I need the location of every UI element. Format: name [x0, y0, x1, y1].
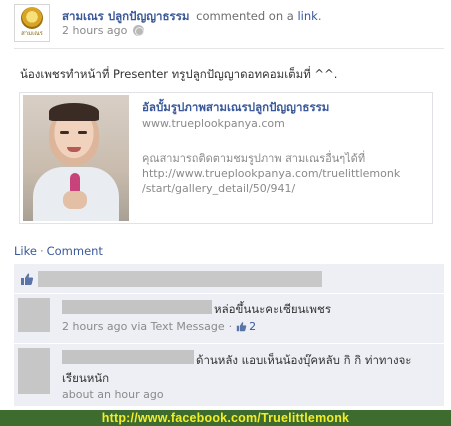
crest-icon [21, 7, 43, 29]
commenter-name-redacted[interactable] [62, 350, 194, 364]
comment-item: ด้านหลัง แอบเห็นน้องบุ๊คหลับ กิ กิ ท่าทา… [14, 344, 444, 406]
meta-separator: · [228, 320, 233, 333]
comment-meta: 2 hours ago via Text Message · 2 [62, 320, 256, 333]
story-timestamp[interactable]: 2 hours ago [62, 24, 127, 37]
story-header: สามเณร สามเณร ปลูกปัญญาธรรม commented on… [14, 4, 444, 44]
action-link[interactable]: link [297, 9, 317, 23]
action-suffix: . [317, 9, 322, 23]
header-divider [14, 48, 444, 49]
story-actions: Like · Comment [14, 244, 103, 258]
public-globe-icon [133, 25, 145, 36]
comment-like-number: 2 [249, 320, 257, 333]
shared-link-attachment[interactable]: อัลบั้มรูปภาพสามเณรปลูกปัญญาธรรม www.tru… [19, 92, 433, 224]
comment-text: ด้านหลัง แอบเห็นน้องบุ๊คหลับ กิ กิ ท่าทา… [196, 353, 412, 367]
shared-link-thumbnail[interactable] [23, 95, 129, 221]
shared-link-title[interactable]: อัลบั้มรูปภาพสามเณรปลูกปัญญาธรรม [142, 99, 329, 117]
shared-link-description: คุณสามารถติดตามชมรูปภาพ สามเณรอื่นๆได้ที… [142, 152, 401, 195]
like-link[interactable]: Like [14, 244, 37, 258]
thumbnail-hair-shape [49, 103, 99, 121]
actions-separator: · [39, 244, 44, 258]
action-prefix: commented on a [196, 9, 294, 23]
comment-meta: about an hour ago [62, 388, 164, 401]
comment-like-count[interactable]: 2 [236, 320, 256, 333]
commenter-name-redacted[interactable] [62, 300, 212, 314]
likes-summary-row [14, 264, 444, 294]
thumbnail-eye-right [78, 131, 87, 134]
likers-names-redacted [38, 271, 322, 287]
comment-text-continued: เรียนหนัก [62, 371, 110, 385]
thumbs-up-icon [21, 273, 34, 285]
comment-text: หล่อขึ้นนะคะเซียนเพชร [214, 302, 331, 316]
story-action: commented on a link. [196, 9, 321, 23]
comment-item: หล่อขึ้นนะคะเซียนเพชร 2 hours ago via Te… [14, 294, 444, 344]
story-meta: 2 hours ago [62, 24, 145, 37]
commenter-avatar-redacted[interactable] [18, 298, 50, 332]
thumbnail-eye-left [60, 131, 69, 134]
feed-story: สามเณร สามเณร ปลูกปัญญาธรรม commented on… [0, 0, 451, 410]
watermark-url: http://www.facebook.com/Truelittlemonk [101, 411, 350, 425]
comment-timestamp[interactable]: about an hour ago [62, 388, 164, 401]
feedback-box: หล่อขึ้นนะคะเซียนเพชร 2 hours ago via Te… [14, 264, 444, 406]
shared-link-domain: www.trueplookpanya.com [142, 117, 285, 130]
commenter-avatar-redacted[interactable] [18, 348, 50, 394]
comment-link[interactable]: Comment [47, 244, 103, 258]
avatar-logo-text: สามเณร [21, 30, 43, 37]
page-avatar[interactable]: สามเณร [14, 4, 50, 42]
story-message: น้องเพชรทำหน้าที่ Presenter ทรูปลูกปัญญา… [20, 67, 338, 81]
thumbnail-hand [63, 191, 87, 209]
thumbs-up-icon [236, 322, 247, 332]
page-name-link[interactable]: สามเณร ปลูกปัญญาธรรม [62, 9, 189, 23]
watermark-banner: http://www.facebook.com/Truelittlemonk [0, 410, 451, 426]
comment-timestamp[interactable]: 2 hours ago via Text Message [62, 320, 225, 333]
